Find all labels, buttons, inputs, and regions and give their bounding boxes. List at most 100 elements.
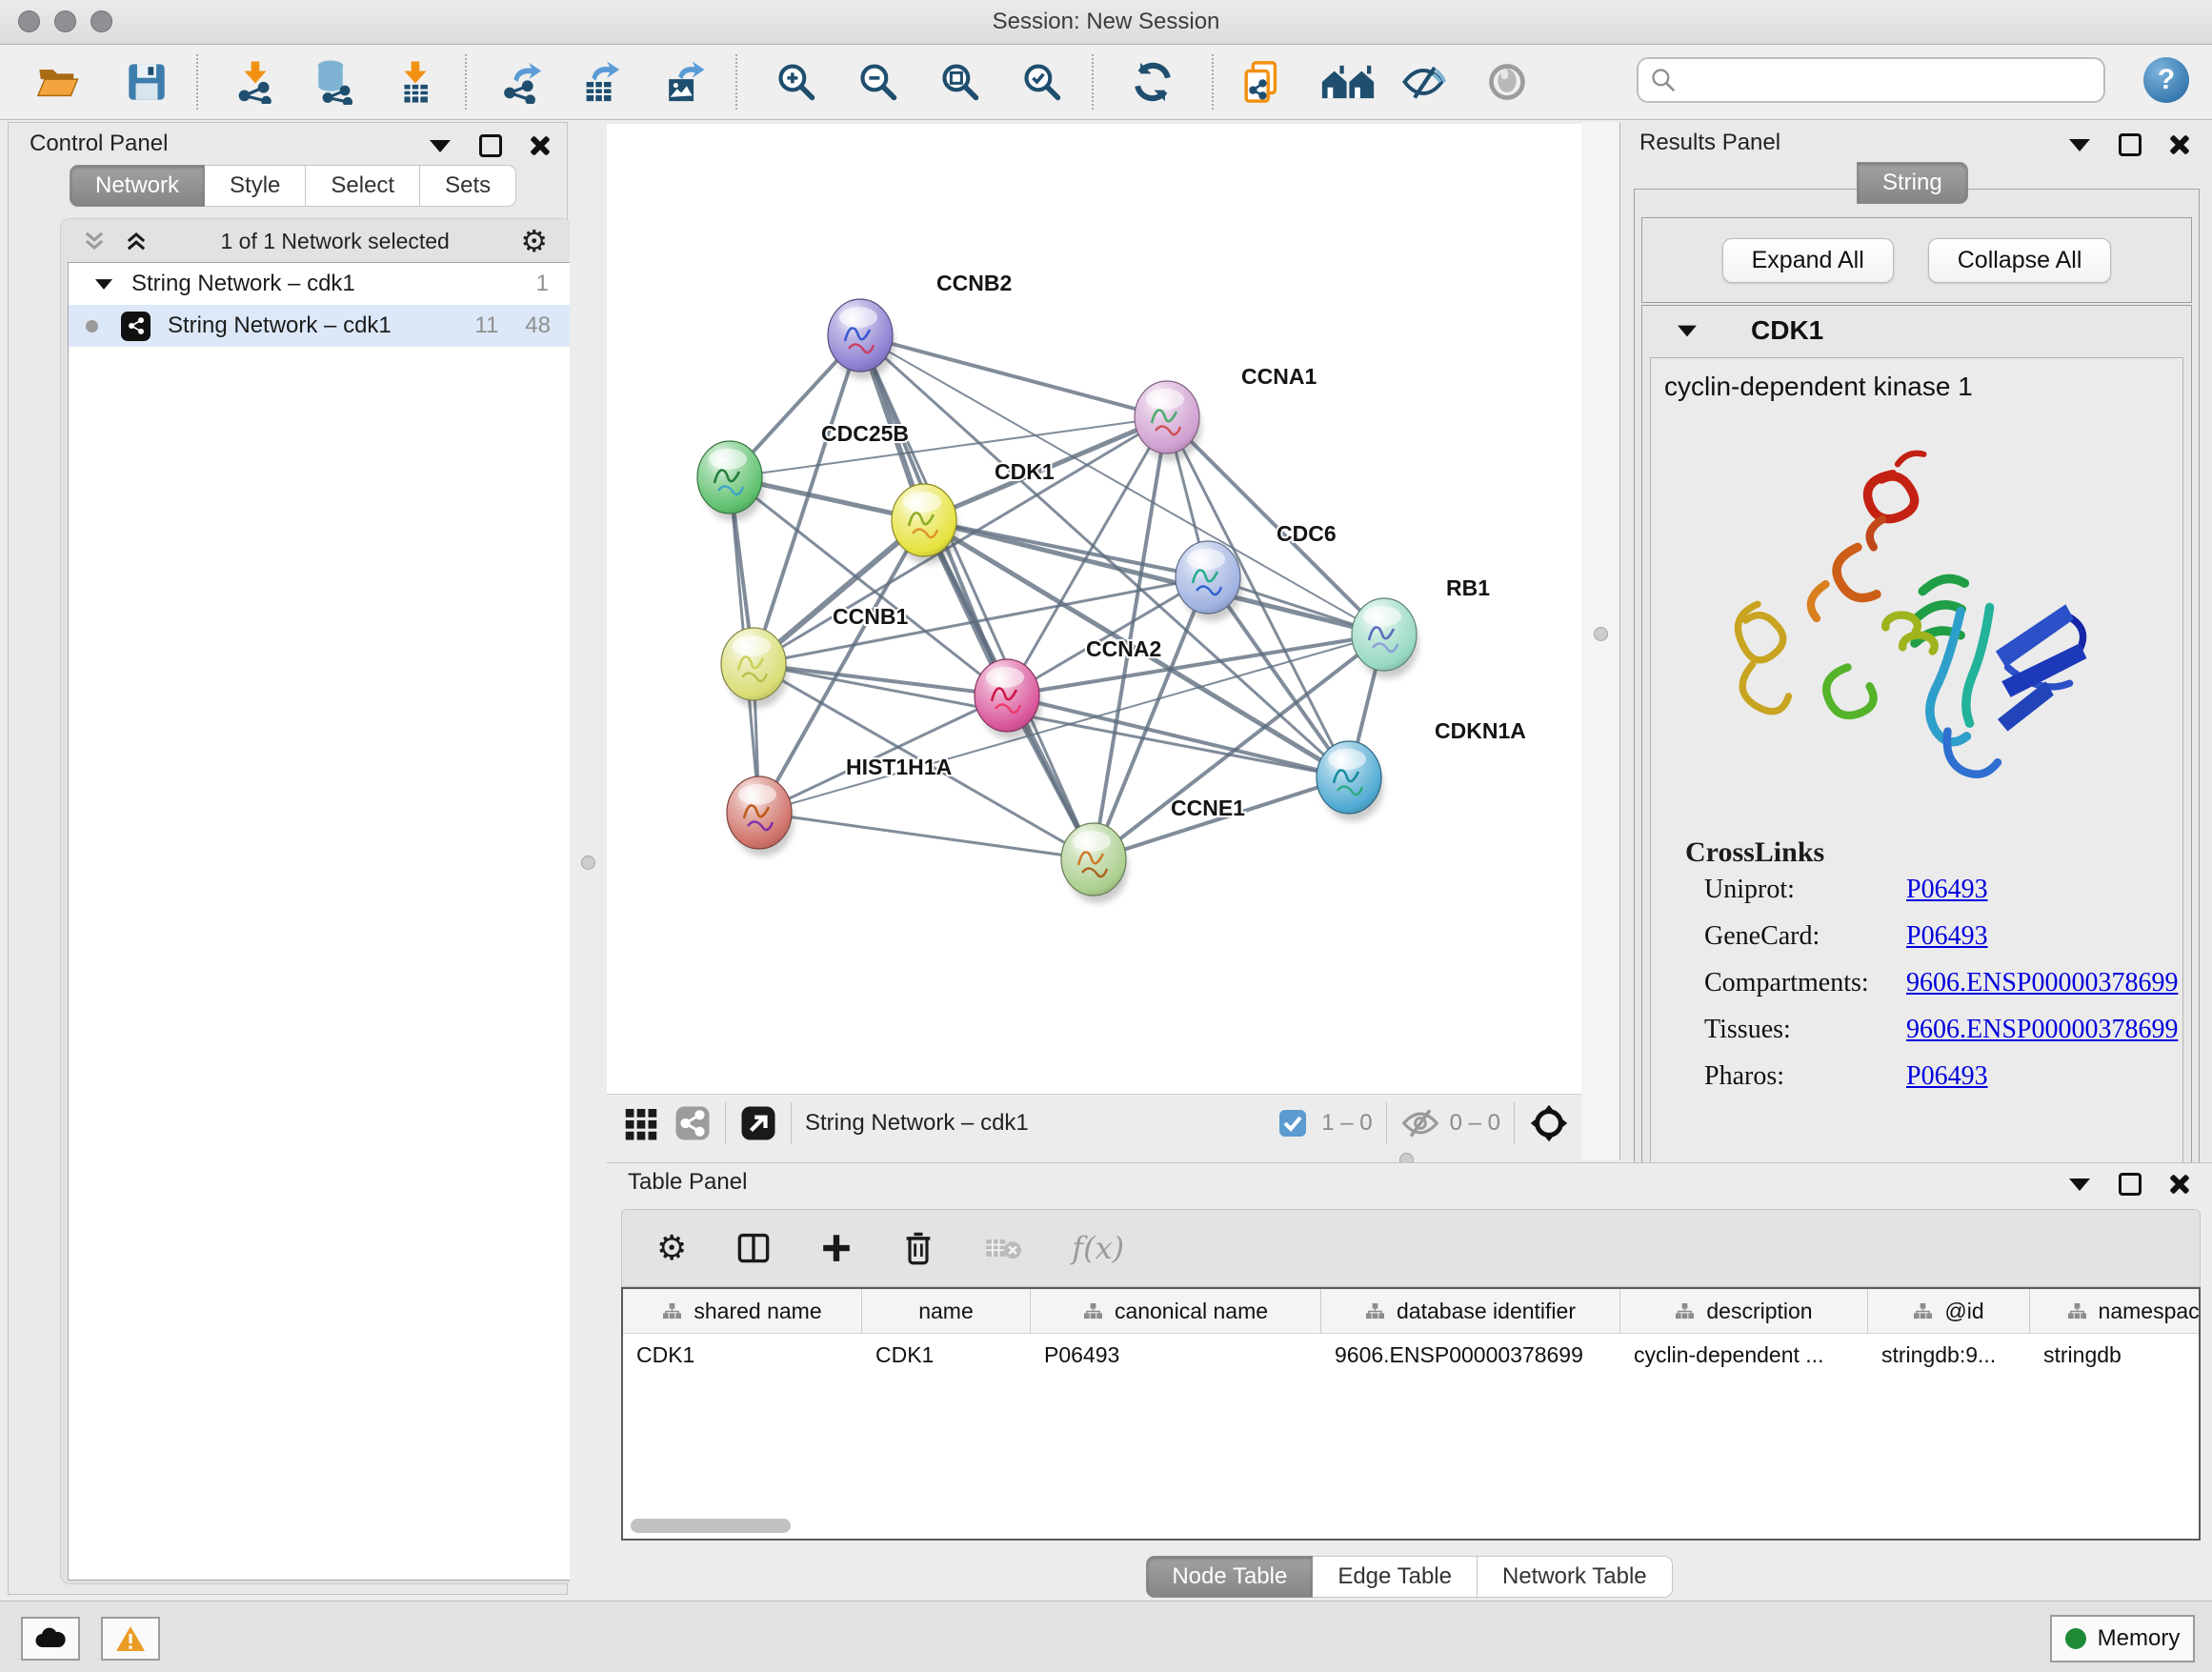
help-button[interactable]: ?	[2143, 57, 2189, 103]
zoom-fit-button[interactable]	[937, 59, 983, 105]
edge-CCNB2-CCNE1[interactable]	[860, 335, 1094, 859]
collapse-entry-icon[interactable]	[1678, 325, 1697, 336]
zoom-out-button[interactable]	[855, 59, 901, 105]
network-row[interactable]: String Network – cdk1 11 48	[69, 305, 570, 347]
float-panel-button[interactable]	[430, 140, 451, 152]
node-CCNA2[interactable]	[975, 659, 1041, 739]
tab-sets[interactable]: Sets	[420, 165, 516, 207]
column-header-description[interactable]: description	[1620, 1289, 1868, 1333]
left-splitter-handle[interactable]	[581, 856, 595, 870]
first-neighbors-button[interactable]	[1318, 59, 1377, 105]
node-RB1[interactable]	[1352, 598, 1418, 678]
tab-string[interactable]: String	[1857, 162, 1968, 204]
column-header-namespace[interactable]: namespace	[2030, 1289, 2201, 1333]
memory-button[interactable]: Memory	[2050, 1615, 2195, 1662]
warnings-button[interactable]	[101, 1617, 160, 1661]
table-cell[interactable]: cyclin-dependent ...	[1620, 1334, 1868, 1376]
hide-selected-button[interactable]	[1400, 59, 1446, 105]
node-CDC6[interactable]	[1176, 541, 1242, 621]
expand-all-chevron-icon[interactable]	[123, 230, 150, 252]
column-header--id[interactable]: @id	[1868, 1289, 2030, 1333]
table-cell[interactable]: CDK1	[862, 1334, 1031, 1376]
float-panel-button[interactable]	[2069, 139, 2090, 151]
collapse-all-button[interactable]: Collapse All	[1928, 238, 2112, 283]
column-header-name[interactable]: name	[862, 1289, 1031, 1333]
export-network-button[interactable]	[499, 59, 545, 105]
tab-network-table[interactable]: Network Table	[1478, 1556, 1673, 1598]
edge-HIST1H1A-CCNE1[interactable]	[759, 813, 1094, 859]
table-cell[interactable]: stringdb	[2030, 1334, 2201, 1376]
crosslink-link[interactable]: 9606.ENSP00000378699	[1906, 1015, 2178, 1045]
add-column-plus-icon[interactable]	[820, 1232, 853, 1264]
crosslink-link[interactable]: P06493	[1906, 875, 1988, 905]
node-CDC25B[interactable]	[697, 441, 764, 521]
import-table-button[interactable]	[392, 59, 438, 105]
table-cell[interactable]: 9606.ENSP00000378699	[1321, 1334, 1620, 1376]
maximize-panel-button[interactable]	[2119, 133, 2142, 156]
expand-all-button[interactable]: Expand All	[1722, 238, 1894, 283]
column-header-database-identifier[interactable]: database identifier	[1321, 1289, 1620, 1333]
close-panel-button[interactable]	[2170, 135, 2189, 154]
network-overview-icon[interactable]	[674, 1104, 712, 1142]
right-splitter-handle[interactable]	[1594, 627, 1608, 641]
zoom-in-button[interactable]	[774, 59, 819, 105]
network-options-gear-icon[interactable]: ⚙	[520, 223, 548, 259]
tab-network[interactable]: Network	[70, 165, 205, 207]
left-splitter[interactable]	[570, 122, 606, 1595]
duplicate-network-button[interactable]	[1238, 59, 1284, 105]
open-session-button[interactable]	[34, 59, 80, 105]
collapse-all-chevron-icon[interactable]	[81, 230, 108, 252]
search-input[interactable]	[1677, 66, 2103, 94]
export-image-button[interactable]	[661, 59, 707, 105]
network-graph[interactable]: CCNB2CCNA1CDC25BCDK1CDC6RB1CCNB1CCNA2CDK…	[607, 124, 1581, 1094]
network-canvas[interactable]: CCNB2CCNA1CDC25BCDK1CDC6RB1CCNB1CCNA2CDK…	[607, 124, 1581, 1094]
edge-CCNB1-CCNA2[interactable]	[754, 664, 1007, 695]
split-columns-icon[interactable]	[736, 1231, 771, 1265]
node-CCNB1[interactable]	[721, 628, 788, 708]
right-splitter[interactable]	[1581, 122, 1619, 1160]
network-edges[interactable]	[730, 335, 1384, 859]
pan-crosshair-icon[interactable]	[1528, 1102, 1570, 1144]
node-CCNB2[interactable]	[828, 299, 895, 379]
show-all-button[interactable]	[1484, 59, 1530, 105]
table-cell[interactable]: stringdb:9...	[1868, 1334, 2030, 1376]
tab-style[interactable]: Style	[205, 165, 306, 207]
import-network-file-button[interactable]	[232, 59, 278, 105]
import-network-database-button[interactable]	[311, 59, 356, 105]
cloud-button[interactable]	[21, 1617, 80, 1661]
crosslink-link[interactable]: P06493	[1906, 921, 1988, 952]
column-header-shared-name[interactable]: shared name	[623, 1289, 862, 1333]
close-panel-button[interactable]	[2170, 1175, 2189, 1194]
clear-table-icon[interactable]	[984, 1233, 1022, 1263]
delete-column-trash-icon[interactable]	[902, 1231, 935, 1265]
node-CDKN1A[interactable]	[1317, 741, 1383, 821]
tab-node-table[interactable]: Node Table	[1146, 1556, 1313, 1598]
zoom-selected-button[interactable]	[1019, 59, 1065, 105]
node-CCNE1[interactable]	[1061, 823, 1128, 903]
float-panel-button[interactable]	[2069, 1178, 2090, 1191]
crosslink-link[interactable]: 9606.ENSP00000378699	[1906, 968, 2178, 998]
save-session-button[interactable]	[124, 59, 170, 105]
tab-select[interactable]: Select	[306, 165, 420, 207]
collection-expand-icon[interactable]	[95, 279, 112, 290]
maximize-panel-button[interactable]	[479, 134, 502, 157]
table-cell[interactable]: P06493	[1031, 1334, 1321, 1376]
network-collection-row[interactable]: String Network – cdk1 1	[69, 263, 570, 305]
function-builder-icon[interactable]: f(x)	[1072, 1230, 1124, 1266]
table-settings-gear-icon[interactable]: ⚙	[656, 1229, 687, 1268]
birdseye-grid-icon[interactable]	[622, 1104, 660, 1142]
close-panel-button[interactable]	[531, 136, 550, 155]
crosslink-link[interactable]: P06493	[1906, 1061, 1988, 1092]
tab-edge-table[interactable]: Edge Table	[1313, 1556, 1478, 1598]
export-table-button[interactable]	[577, 59, 623, 105]
table-cell[interactable]: CDK1	[623, 1334, 862, 1376]
node-CCNA1[interactable]	[1135, 381, 1201, 461]
maximize-panel-button[interactable]	[2119, 1173, 2142, 1196]
column-header-canonical-name[interactable]: canonical name	[1031, 1289, 1321, 1333]
apply-layout-button[interactable]	[1130, 59, 1176, 105]
selected-checkbox-icon[interactable]	[1277, 1108, 1308, 1138]
table-hscroll-thumb[interactable]	[631, 1519, 791, 1533]
node-HIST1H1A[interactable]	[727, 776, 794, 856]
external-view-icon[interactable]	[739, 1104, 777, 1142]
table-row[interactable]: CDK1CDK1P064939606.ENSP00000378699cyclin…	[623, 1334, 2199, 1376]
